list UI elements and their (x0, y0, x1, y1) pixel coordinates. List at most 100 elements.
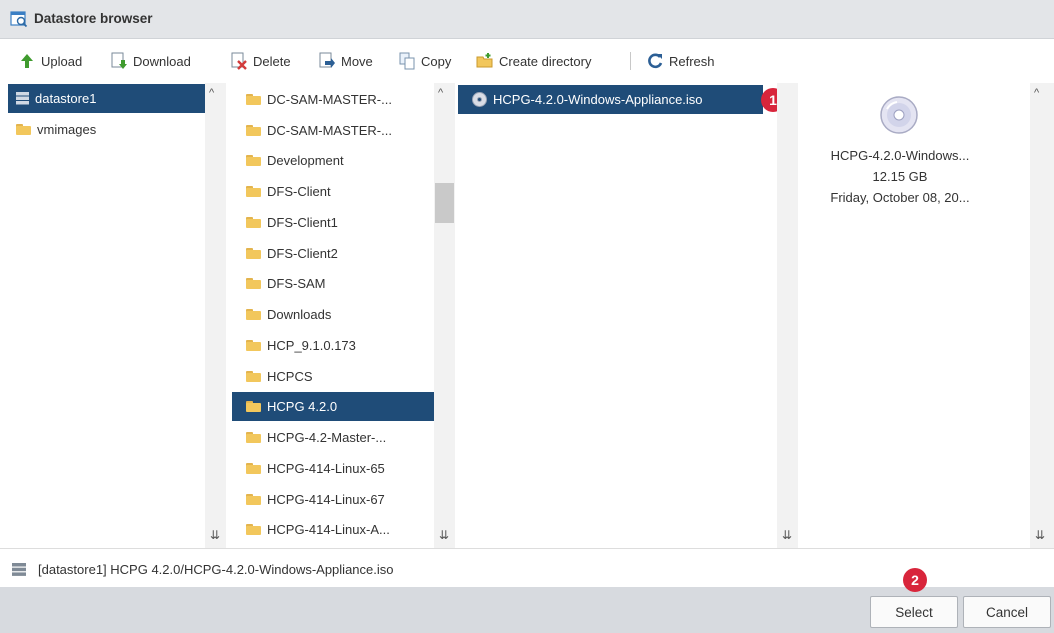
upload-button[interactable]: Upload (18, 51, 82, 71)
folder-item[interactable]: Downloads (226, 300, 434, 329)
folder-label: HCP_9.1.0.173 (267, 338, 356, 353)
folder-item-selected[interactable]: HCPG 4.2.0 (232, 392, 434, 421)
browser-columns: datastore1 vmimages ^ ⇊ DC-SAM-MASTER-..… (0, 83, 1054, 549)
folder-icon (246, 432, 261, 443)
scrollbar-thumb[interactable] (435, 183, 454, 223)
folder-icon (246, 248, 261, 259)
move-button[interactable]: Move (318, 51, 373, 71)
copy-button[interactable]: Copy (398, 51, 451, 71)
folder-label: DFS-Client (267, 184, 331, 199)
datastore-browser-icon (10, 11, 28, 28)
scroll-up-icon[interactable]: ^ (1034, 87, 1039, 99)
folder-label: HCPG-4.2-Master-... (267, 430, 387, 445)
copy-icon (399, 52, 415, 70)
datastore-label: vmimages (37, 122, 97, 137)
folder-label: HCPG-414-Linux-67 (267, 492, 385, 507)
window-titlebar: Datastore browser (0, 0, 1054, 39)
folder-icon (246, 125, 261, 136)
folder-item[interactable]: DFS-Client1 (226, 208, 434, 237)
create-directory-label: Create directory (499, 53, 592, 69)
folder-icon (246, 217, 261, 228)
toolbar: Upload Download Delete Move Copy Create … (0, 39, 1054, 83)
folder-icon (246, 309, 261, 320)
file-column: HCPG-4.2.0-Windows-Appliance.iso 1 (455, 83, 785, 548)
folder-icon (246, 494, 261, 505)
folder-label: DFS-Client1 (267, 215, 338, 230)
folder-icon (246, 94, 261, 105)
scroll-down-icon[interactable]: ⇊ (782, 528, 792, 542)
datastore-item[interactable]: vmimages (16, 115, 96, 144)
folder-label: Downloads (267, 307, 332, 322)
file-preview: HCPG-4.2.0-Windows... 12.15 GB Friday, O… (800, 83, 1030, 548)
disc-icon (880, 96, 918, 134)
folder-item[interactable]: DC-SAM-MASTER-... (226, 85, 434, 114)
move-icon (319, 52, 335, 68)
file-item-selected[interactable]: HCPG-4.2.0-Windows-Appliance.iso (458, 85, 763, 114)
selected-path-bar: [datastore1] HCPG 4.2.0/HCPG-4.2.0-Windo… (0, 552, 1054, 586)
folder-icon (246, 340, 261, 351)
preview-file-date: Friday, October 08, 20... (830, 190, 970, 205)
scroll-down-icon[interactable]: ⇊ (210, 528, 220, 542)
new-folder-icon (476, 53, 493, 68)
create-directory-button[interactable]: Create directory (476, 51, 591, 71)
datastore-item[interactable]: datastore1 (8, 84, 205, 113)
folder-item[interactable]: DFS-Client2 (226, 239, 434, 268)
delete-icon (231, 52, 247, 70)
folder-icon (246, 371, 261, 382)
upload-icon (21, 54, 33, 68)
folder-icon (246, 278, 261, 289)
folder-item[interactable]: HCPG-414-Linux-65 (226, 454, 434, 483)
folder-icon (16, 124, 31, 135)
preview-file-name: HCPG-4.2.0-Windows... (830, 148, 970, 163)
delete-label: Delete (253, 53, 291, 69)
folder-item[interactable]: HCPG-4.2-Master-... (226, 423, 434, 452)
selected-path: [datastore1] HCPG 4.2.0/HCPG-4.2.0-Windo… (38, 562, 394, 577)
datastore-column: datastore1 vmimages (0, 83, 205, 548)
refresh-icon (648, 53, 663, 69)
folder-column: DC-SAM-MASTER-... DC-SAM-MASTER-... Deve… (226, 83, 434, 548)
window-title: Datastore browser (34, 11, 153, 26)
copy-label: Copy (421, 53, 452, 69)
scroll-up-icon[interactable]: ^ (438, 87, 443, 99)
folder-icon (246, 463, 261, 474)
scroll-down-icon[interactable]: ⇊ (1035, 528, 1045, 542)
folder-item[interactable]: DFS-Client (226, 177, 434, 206)
disc-icon (472, 92, 487, 107)
delete-button[interactable]: Delete (230, 51, 291, 71)
scroll-up-icon[interactable]: ^ (209, 87, 214, 99)
folder-scrollbar[interactable]: ^ ⇊ (434, 83, 455, 548)
folder-item[interactable]: HCPCS (226, 362, 434, 391)
folder-label: HCPG-414-Linux-A... (267, 522, 390, 537)
toolbar-separator (630, 52, 631, 70)
folder-item[interactable]: HCPG-414-Linux-67 (226, 485, 434, 514)
datastore-label: datastore1 (35, 91, 97, 106)
preview-scrollbar[interactable]: ^ ⇊ (1030, 83, 1054, 548)
folder-label: DFS-SAM (267, 276, 326, 291)
folder-item[interactable]: Development (226, 146, 434, 175)
file-label: HCPG-4.2.0-Windows-Appliance.iso (493, 92, 703, 107)
folder-icon (246, 524, 261, 535)
refresh-button[interactable]: Refresh (646, 51, 715, 71)
datastore-scrollbar[interactable]: ^ ⇊ (205, 83, 226, 548)
folder-icon (246, 186, 261, 197)
folder-item[interactable]: DFS-SAM (226, 269, 434, 298)
select-button[interactable]: Select (870, 596, 958, 628)
folder-label: HCPCS (267, 369, 313, 384)
folder-label: Development (267, 153, 344, 168)
file-scrollbar[interactable]: ⇊ (777, 83, 798, 548)
folder-item[interactable]: HCP_9.1.0.173 (226, 331, 434, 360)
folder-label: DC-SAM-MASTER-... (267, 123, 392, 138)
folder-icon (246, 155, 261, 166)
dialog-footer: 2 Select Cancel (0, 568, 1054, 633)
move-label: Move (341, 53, 373, 69)
download-button[interactable]: Download (110, 51, 191, 71)
step-badge-2: 2 (903, 568, 927, 592)
cancel-button[interactable]: Cancel (963, 596, 1051, 628)
refresh-label: Refresh (669, 53, 715, 69)
folder-open-icon (246, 401, 261, 412)
datastore-icon (12, 563, 26, 576)
scroll-down-icon[interactable]: ⇊ (439, 528, 449, 542)
preview-file-size: 12.15 GB (872, 169, 928, 184)
folder-item[interactable]: HCPG-414-Linux-A... (226, 515, 434, 544)
folder-item[interactable]: DC-SAM-MASTER-... (226, 116, 434, 145)
